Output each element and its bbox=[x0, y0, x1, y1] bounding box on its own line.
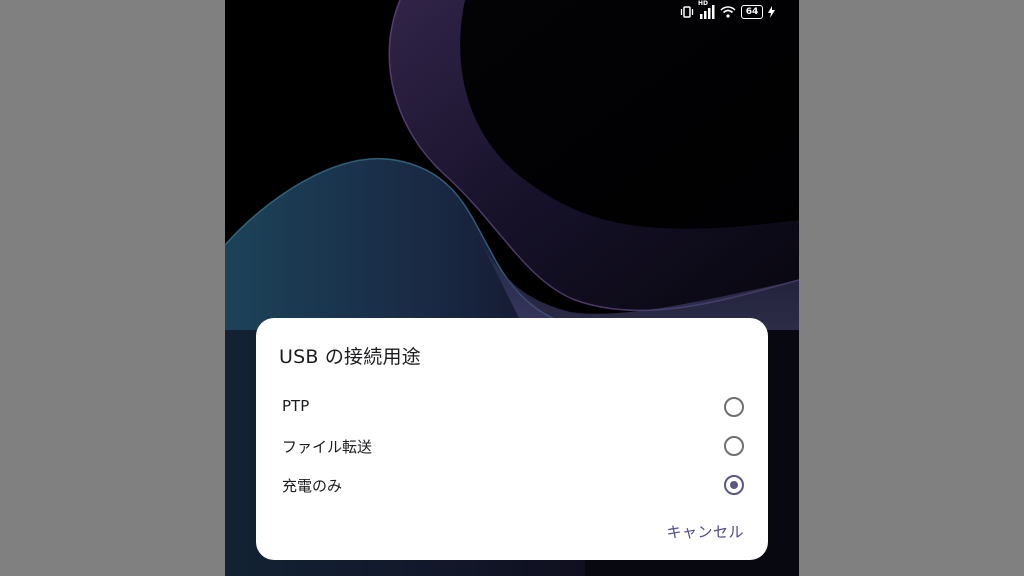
option-label: 充電のみ bbox=[282, 477, 343, 495]
status-bar: HD 64 bbox=[680, 0, 775, 20]
signal-icon: HD bbox=[698, 0, 715, 19]
option-label: ファイル転送 bbox=[282, 438, 373, 456]
battery-level: 64 bbox=[741, 5, 763, 19]
cancel-button[interactable]: キャンセル bbox=[666, 521, 744, 542]
radio-button-charge-only[interactable] bbox=[724, 475, 744, 495]
usb-connection-dialog: USB の接続用途 PTP ファイル転送 充電のみ キャンセル bbox=[256, 318, 768, 560]
radio-button-ptp[interactable] bbox=[724, 397, 744, 417]
vibrate-icon bbox=[680, 6, 694, 18]
radio-button-file-transfer[interactable] bbox=[724, 436, 744, 456]
option-label: PTP bbox=[282, 397, 310, 415]
wifi-icon bbox=[720, 6, 736, 18]
option-file-transfer[interactable]: ファイル転送 bbox=[256, 427, 768, 465]
option-charge-only[interactable]: 充電のみ bbox=[256, 466, 768, 504]
option-ptp[interactable]: PTP bbox=[256, 388, 768, 426]
network-type-label: HD bbox=[698, 0, 709, 7]
charging-icon bbox=[768, 6, 775, 18]
screen: HD 64 USB の接続用途 PTP ファイル転送 充電のみ キャンセル bbox=[0, 0, 1024, 576]
battery-icon: 64 bbox=[741, 5, 763, 19]
dialog-title: USB の接続用途 bbox=[279, 346, 421, 368]
phone-screen: HD 64 USB の接続用途 PTP ファイル転送 充電のみ キャンセル bbox=[225, 0, 799, 576]
